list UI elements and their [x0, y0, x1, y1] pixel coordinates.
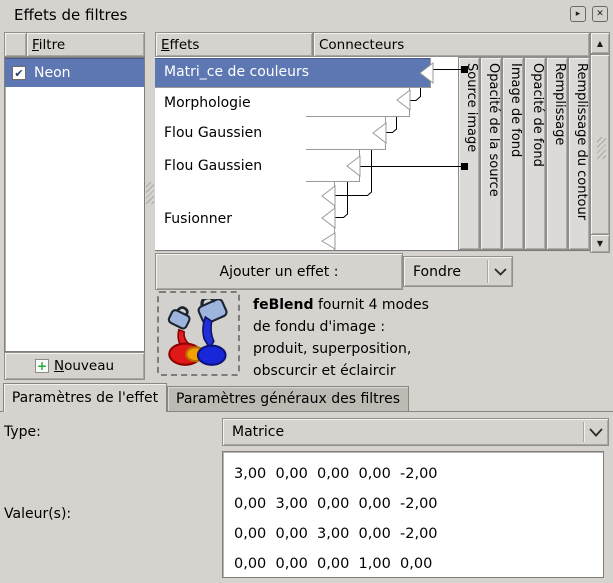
effect-description-name: feBlend — [253, 297, 314, 313]
matrix-type-value: Matrice — [232, 424, 285, 440]
primitive-gaussian-blur-1[interactable]: Flou Gaussien — [164, 119, 262, 147]
primitive-merge[interactable]: Fusionner — [164, 205, 232, 233]
close-icon: ✕ — [596, 8, 604, 19]
connectors-column-label: Connecteurs — [319, 36, 405, 53]
chevron-down-icon — [584, 427, 608, 437]
scroll-down-button[interactable]: ▼ — [590, 234, 610, 253]
scroll-up-button[interactable]: ▲ — [590, 32, 610, 54]
tab-effect-parameters-label: Paramètres de l'effet — [11, 390, 159, 406]
values-label: Valeur(s): — [4, 506, 72, 522]
filter-column-label: Filtre — [32, 36, 66, 53]
input-column-background-image[interactable]: Image de fond — [502, 57, 524, 250]
new-filter-button[interactable]: + Nouveau — [4, 352, 145, 380]
effects-scrollbar[interactable]: ▲ ▼ — [590, 32, 610, 253]
effect-type-combobox[interactable]: Fondre — [403, 256, 513, 287]
new-filter-label: Nouveau — [53, 358, 115, 374]
input-column-source-image[interactable]: Source image — [458, 57, 480, 250]
matrix-row[interactable]: 3,00 0,00 0,00 0,00 -2,00 — [234, 459, 603, 489]
detach-dialog-button[interactable]: ▸ — [570, 6, 586, 22]
chevron-down-icon — [488, 267, 512, 276]
filter-name: Neon — [34, 65, 71, 81]
tab-effect-parameters[interactable]: Paramètres de l'effet — [3, 383, 167, 412]
filter-row-neon[interactable]: ✔ Neon — [5, 58, 144, 87]
primitive-colormatrix[interactable]: Matri_ce de couleurs — [164, 58, 309, 86]
type-label: Type: — [4, 424, 41, 440]
scroll-up-icon: ▲ — [596, 38, 604, 48]
tab-general-filter-parameters[interactable]: Paramètres généraux des filtres — [167, 386, 409, 411]
matrix-values-editor[interactable]: 3,00 0,00 0,00 0,00 -2,00 0,00 3,00 0,00… — [222, 451, 604, 578]
matrix-row[interactable]: 0,00 0,00 3,00 0,00 -2,00 — [234, 519, 603, 549]
matrix-row[interactable]: 0,00 3,00 0,00 0,00 -2,00 — [234, 489, 603, 519]
input-column-background-alpha[interactable]: Opacité de fond — [524, 57, 546, 250]
dialog-title: Effets de filtres — [14, 6, 128, 24]
primitive-morphology[interactable]: Morphologie — [164, 89, 251, 117]
tab-general-filter-parameters-label: Paramètres généraux des filtres — [176, 391, 400, 407]
effects-column-header[interactable]: Effets — [155, 32, 313, 57]
feblend-icon — [157, 291, 240, 376]
dialog-titlebar: Effets de filtres ▸ ✕ — [0, 0, 613, 30]
input-column-fill-paint[interactable]: Remplissage — [546, 57, 568, 250]
panel-splitter[interactable] — [145, 32, 155, 380]
input-column-stroke-paint[interactable]: Remplissage du contour — [568, 57, 590, 250]
close-dialog-button[interactable]: ✕ — [592, 6, 608, 22]
matrix-type-combobox[interactable]: Matrice — [222, 418, 609, 446]
check-icon: ✔ — [14, 66, 24, 80]
filter-list[interactable] — [4, 57, 145, 352]
detach-icon: ▸ — [575, 8, 581, 19]
input-column-source-alpha[interactable]: Opacité de la source — [480, 57, 502, 250]
primitive-list[interactable]: Matri_ce de couleurs Morphologie Flou Ga… — [155, 57, 590, 252]
splitter-grip-icon — [146, 182, 154, 204]
filter-enabled-checkbox[interactable]: ✔ — [12, 66, 26, 80]
effect-description: feBlend fournit 4 modes de fondu d'image… — [253, 297, 429, 379]
effect-parameters-panel: Type: Matrice Valeur(s): 3,00 0,00 0,00 … — [0, 411, 613, 583]
matrix-row[interactable]: 0,00 0,00 0,00 1,00 0,00 — [234, 549, 603, 579]
effect-type-value: Fondre — [413, 263, 461, 280]
filter-enable-column-header[interactable] — [4, 32, 27, 57]
primitive-gaussian-blur-2[interactable]: Flou Gaussien — [164, 152, 262, 180]
add-effect-button[interactable]: Ajouter un effet : — [155, 253, 403, 290]
scrollbar-thumb[interactable] — [590, 54, 610, 235]
scrollbar-grip-icon — [597, 137, 606, 159]
scroll-down-icon: ▼ — [596, 239, 604, 248]
filter-column-header[interactable]: Filtre — [26, 32, 145, 57]
plus-icon: + — [34, 359, 49, 373]
connectors-column-header[interactable]: Connecteurs — [313, 32, 590, 57]
add-effect-label: Ajouter un effet : — [219, 263, 339, 280]
effects-column-label: Effets — [161, 36, 200, 53]
